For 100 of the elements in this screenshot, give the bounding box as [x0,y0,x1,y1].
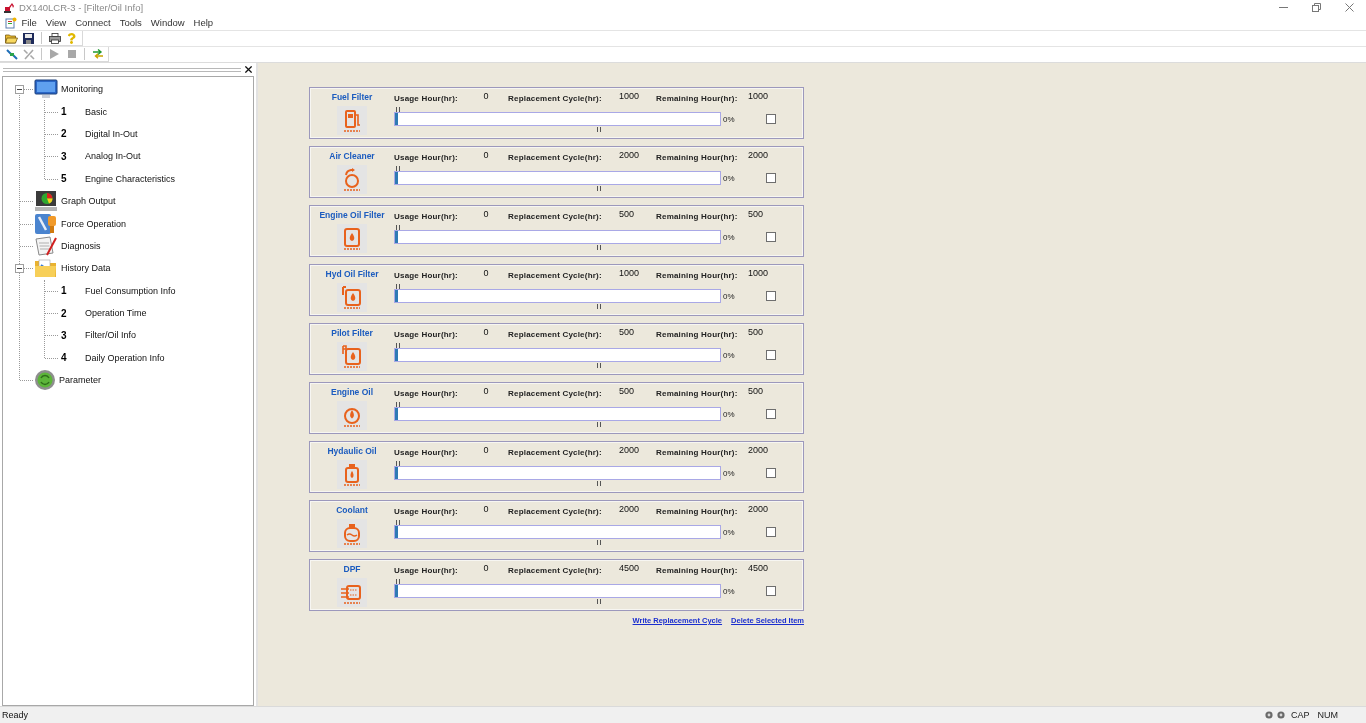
remaining-label: Remaining Hour(hr): [656,506,739,516]
menu-item[interactable]: Tools [115,15,147,30]
checkbox[interactable] [766,350,776,360]
item-number: 2 [61,307,68,319]
tree-item[interactable]: Basic [85,106,107,117]
tick-mark-icon [597,244,601,250]
filter-drop-icon [337,224,367,253]
tree-item[interactable]: Parameter [59,375,102,386]
percent-value: 0% [723,350,735,360]
menu-item[interactable]: File [17,15,42,30]
document-icon [5,16,17,29]
tree-item[interactable]: Daily Operation Info [85,352,165,363]
usage-value: 0 [482,209,490,219]
filter-name: DPF [343,564,361,574]
tree-item[interactable]: Analog In-Out [85,151,141,162]
filter-name: Pilot Filter [331,328,373,338]
cycle-label: Replacement Cycle(hr): [508,93,603,103]
cycle-value: 2000 [619,150,641,160]
cycle-label: Replacement Cycle(hr): [508,565,603,575]
remaining-value: 500 [748,386,765,396]
menu-item[interactable]: Help [189,15,218,30]
remaining-value: 1000 [748,91,770,101]
tree-item[interactable]: Digital In-Out [85,128,138,139]
usage-value: 0 [482,327,490,337]
tree-item[interactable]: Operation Time [85,308,147,319]
tree-item[interactable]: Graph Output [61,196,116,207]
menu-item[interactable]: View [41,15,71,30]
play-icon [50,49,59,59]
cycle-label: Replacement Cycle(hr): [508,211,603,221]
document-pen-icon [34,234,58,257]
checkbox[interactable] [766,586,776,596]
tree-item[interactable]: Monitoring [61,84,104,95]
checkbox[interactable] [766,468,776,478]
tick-mark-icon [396,166,400,171]
filter-name: Hydaulic Oil [327,446,377,456]
filter-name: Hyd Oil Filter [325,269,379,279]
remaining-label: Remaining Hour(hr): [656,211,739,221]
item-number: 1 [61,285,68,297]
tree-item[interactable]: Diagnosis [61,240,101,251]
tick-mark-icon [396,402,400,407]
disconnect-icon [22,48,35,60]
usage-value: 0 [482,386,490,396]
open-folder-icon [5,32,18,44]
menu-item[interactable]: Window [146,15,190,30]
checkbox[interactable] [766,114,776,124]
filter-name: Engine Oil [331,387,373,397]
print-button[interactable] [47,31,62,45]
expander-toggle[interactable] [15,263,24,273]
menu-item[interactable]: Connect [70,15,116,30]
checkbox[interactable] [766,232,776,242]
help-icon [66,32,77,44]
filter-name: Engine Oil Filter [319,210,385,220]
minus-icon [17,265,22,271]
tick-mark-icon [396,284,400,289]
tick-mark-icon [597,421,601,427]
pane-close-button[interactable] [245,65,253,74]
tools-icon [34,212,58,235]
remaining-value: 1000 [748,268,770,278]
remaining-label: Remaining Hour(hr): [656,329,739,339]
expander-toggle[interactable] [15,84,24,94]
tree-item[interactable]: Engine Characteristics [85,173,176,184]
usage-label: Usage Hour(hr): [394,329,459,339]
checkbox[interactable] [766,173,776,183]
remaining-label: Remaining Hour(hr): [656,447,739,457]
tree-item[interactable]: Filter/Oil Info [85,330,136,341]
cycle-value: 2000 [619,445,641,455]
checkbox[interactable] [766,409,776,419]
filter-name: Fuel Filter [331,92,373,102]
transfer-button[interactable] [90,47,105,61]
tree-item[interactable]: History Data [61,263,111,274]
printer-icon [48,32,61,44]
window-title: DX140LCR-3 - [Filter/Oil Info] [19,2,144,13]
tree-item[interactable]: Fuel Consumption Info [85,285,176,296]
air-filter-icon [337,165,367,194]
close-icon [1345,3,1354,12]
cycle-label: Replacement Cycle(hr): [508,388,603,398]
connect-button[interactable] [4,47,19,61]
status-indicator: NUM [1316,710,1339,720]
checkbox[interactable] [766,291,776,301]
circular-arrows-icon [34,369,56,392]
minimize-icon [1279,7,1288,8]
tick-mark-icon [597,480,601,486]
connect-icon [5,48,18,60]
tick-mark-icon [396,107,400,112]
usage-label: Usage Hour(hr): [394,388,459,398]
remaining-value: 4500 [748,563,770,573]
transfer-arrows-icon [91,49,104,59]
chart-monitor-icon [34,190,58,213]
percent-value: 0% [723,468,735,478]
usage-value: 0 [482,91,490,101]
save-button[interactable] [21,31,36,45]
tick-mark-icon [597,185,601,191]
folder-icon [34,257,58,280]
usage-label: Usage Hour(hr): [394,447,459,457]
open-button[interactable] [4,31,19,45]
checkbox[interactable] [766,527,776,537]
tree-item[interactable]: Force Operation [61,218,127,229]
restore-icon [1312,3,1321,12]
percent-value: 0% [723,527,735,537]
cycle-value: 500 [619,209,636,219]
